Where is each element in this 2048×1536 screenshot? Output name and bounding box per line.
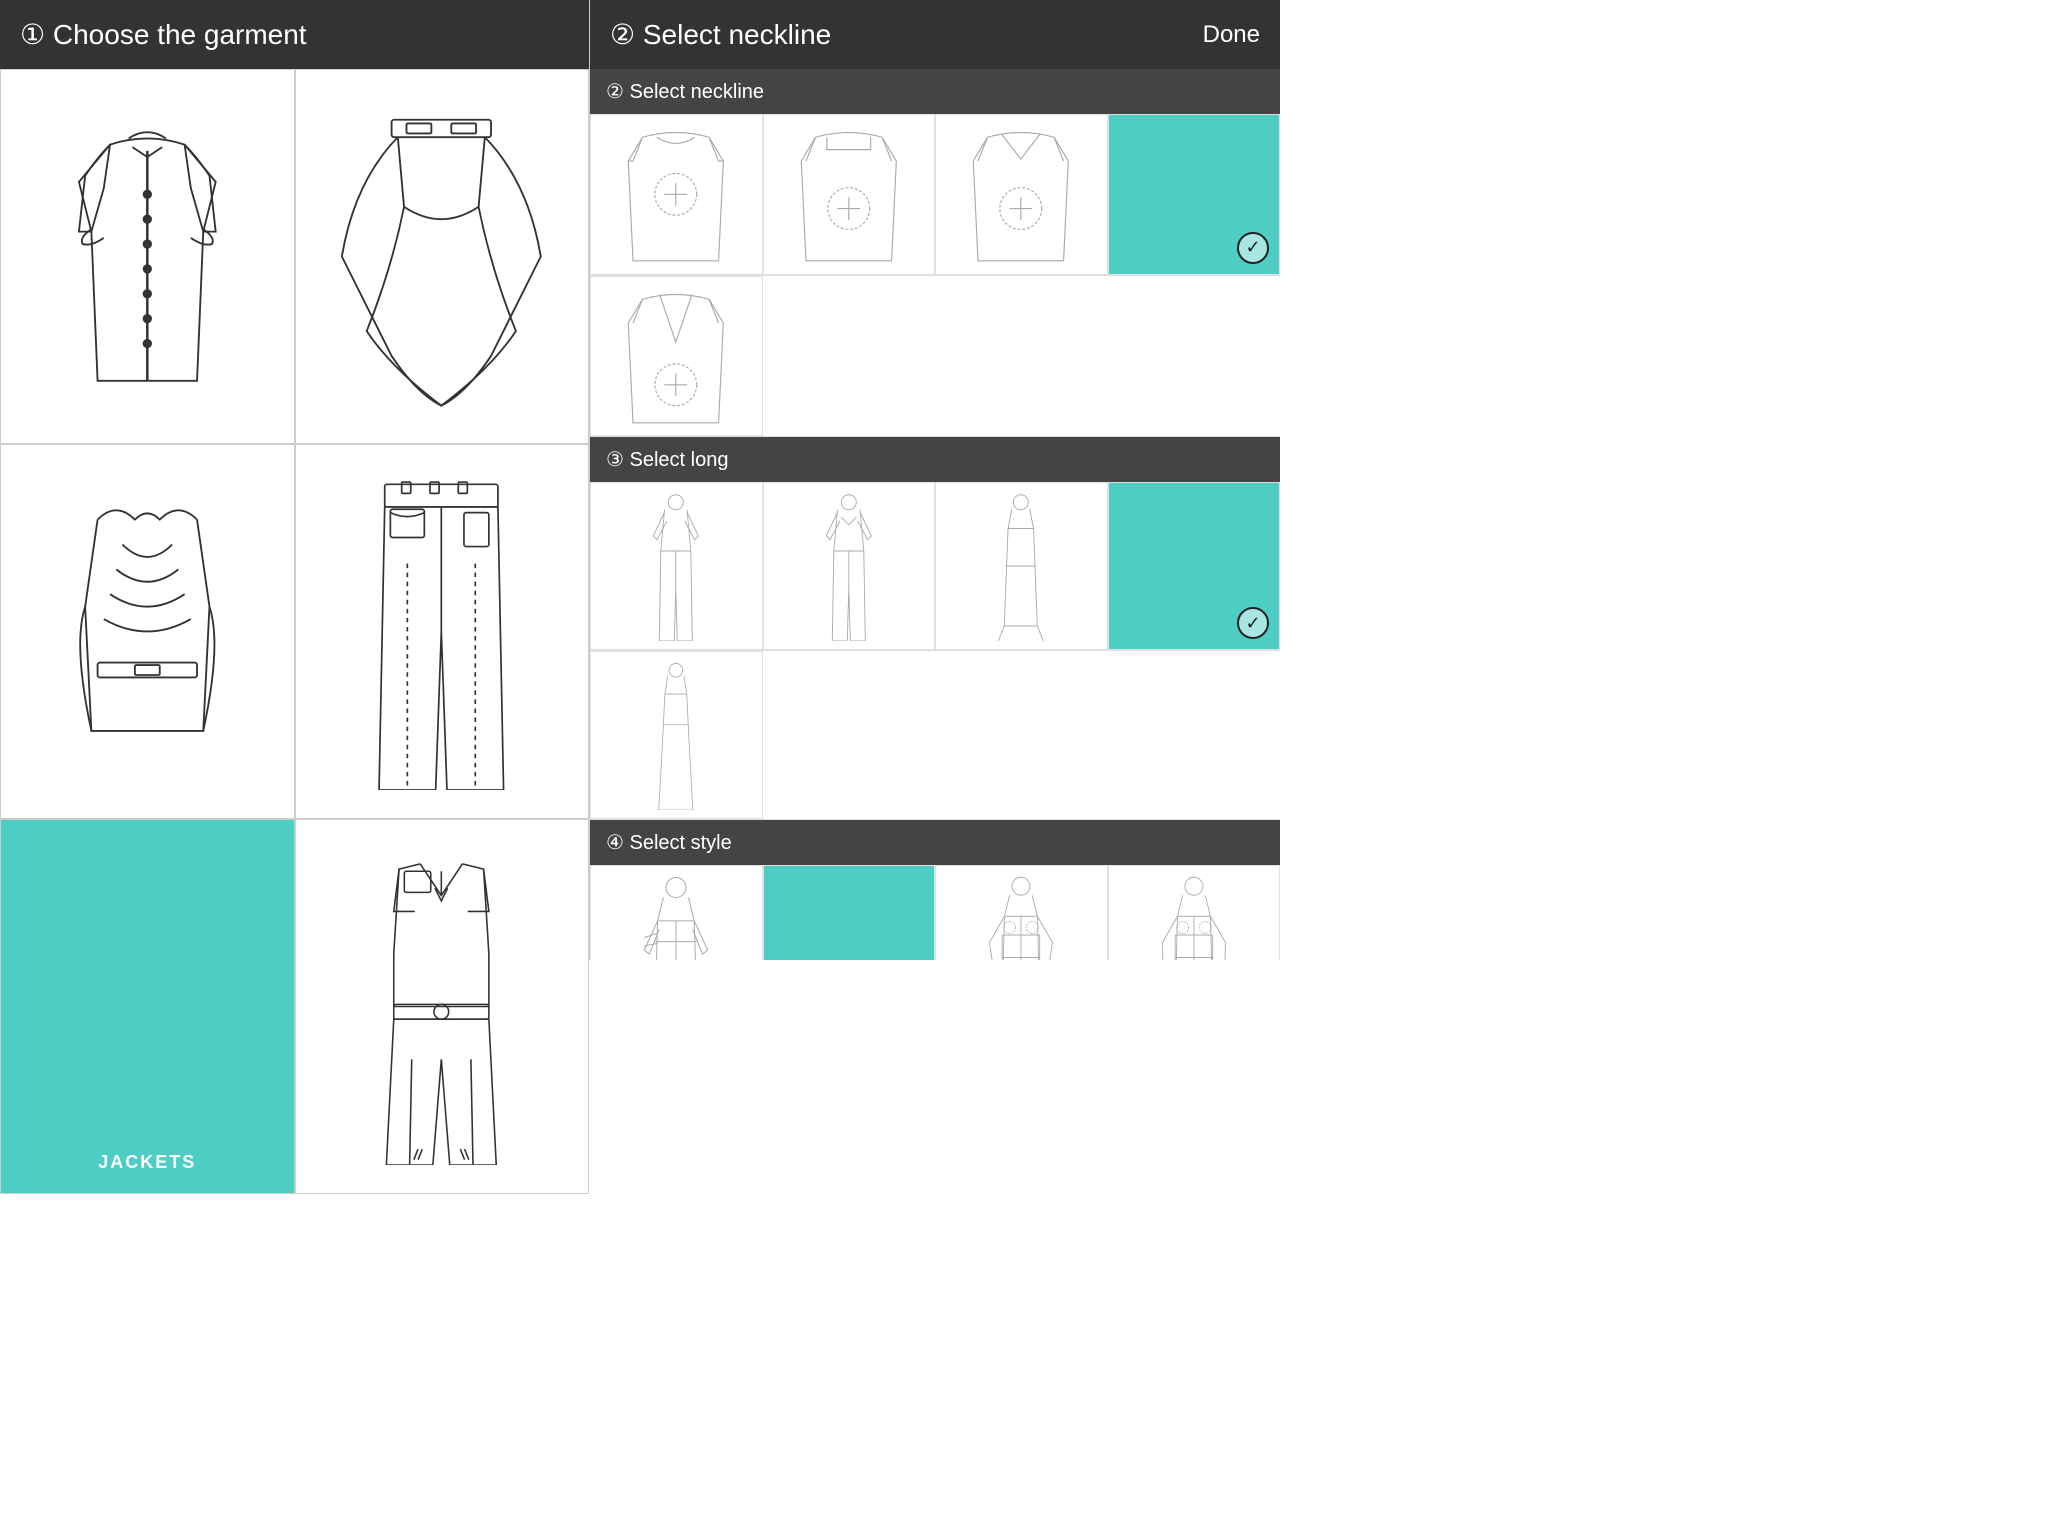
style-options: ✓ (590, 865, 1280, 960)
garment-cell-trousers[interactable] (295, 444, 590, 819)
neckline-label: ② Select neckline (606, 81, 764, 103)
style-label: ④ Select style (606, 832, 732, 854)
length-options-row2 (590, 651, 1280, 820)
neckline-option-crew[interactable] (763, 114, 936, 275)
style-option-2[interactable]: ✓ (763, 865, 936, 960)
neckline-checkmark: ✓ (1237, 232, 1269, 264)
length-option-sleeveless-long[interactable] (935, 482, 1108, 650)
done-button[interactable]: Done (1203, 21, 1260, 49)
garment-cell-asymmetric[interactable] (295, 69, 590, 444)
left-title: ① Choose the garment (20, 18, 307, 51)
garment-cell-jumpsuit[interactable] (295, 819, 590, 1194)
length-option-long-pants[interactable] (590, 482, 763, 650)
style-option-3[interactable] (935, 865, 1108, 960)
jacket-label: JACKETS (98, 1152, 196, 1173)
garment-cell-jacket[interactable]: JACKETS (0, 819, 295, 1194)
length-section-header: ③ Select long (590, 437, 1280, 482)
right-panel: ② Select neckline Done ② Select neckline (590, 0, 1280, 960)
neckline-option-turtleneck[interactable]: ✓ (1108, 114, 1281, 275)
length-options-row1: ✓ (590, 482, 1280, 651)
length-option-back-view[interactable] (763, 482, 936, 650)
neckline-option-round[interactable] (590, 114, 763, 275)
left-panel: ① Choose the garment (0, 0, 590, 960)
neckline-options-row2 (590, 276, 1280, 438)
length-label: ③ Select long (606, 449, 728, 471)
neckline-option-vneck[interactable] (935, 114, 1108, 275)
style-option-1[interactable] (590, 865, 763, 960)
style-section-header: ④ Select style (590, 820, 1280, 865)
app-container: ① Choose the garment (0, 0, 1280, 960)
length-option-dress[interactable] (590, 651, 763, 819)
right-title: ② Select neckline (610, 18, 831, 51)
right-header: ② Select neckline Done (590, 0, 1280, 69)
neckline-options-row1: ✓ (590, 114, 1280, 276)
garment-grid: JACKETS (0, 69, 589, 1194)
neckline-option-deep-v[interactable] (590, 276, 763, 437)
neckline-section-header: ② Select neckline (590, 69, 1280, 114)
style-option-4[interactable] (1108, 865, 1281, 960)
garment-cell-blouse[interactable] (0, 69, 295, 444)
garment-cell-corset[interactable] (0, 444, 295, 819)
length-option-sleeveless-short[interactable]: ✓ (1108, 482, 1281, 650)
left-header: ① Choose the garment (0, 0, 589, 69)
length-checkmark: ✓ (1237, 607, 1269, 639)
